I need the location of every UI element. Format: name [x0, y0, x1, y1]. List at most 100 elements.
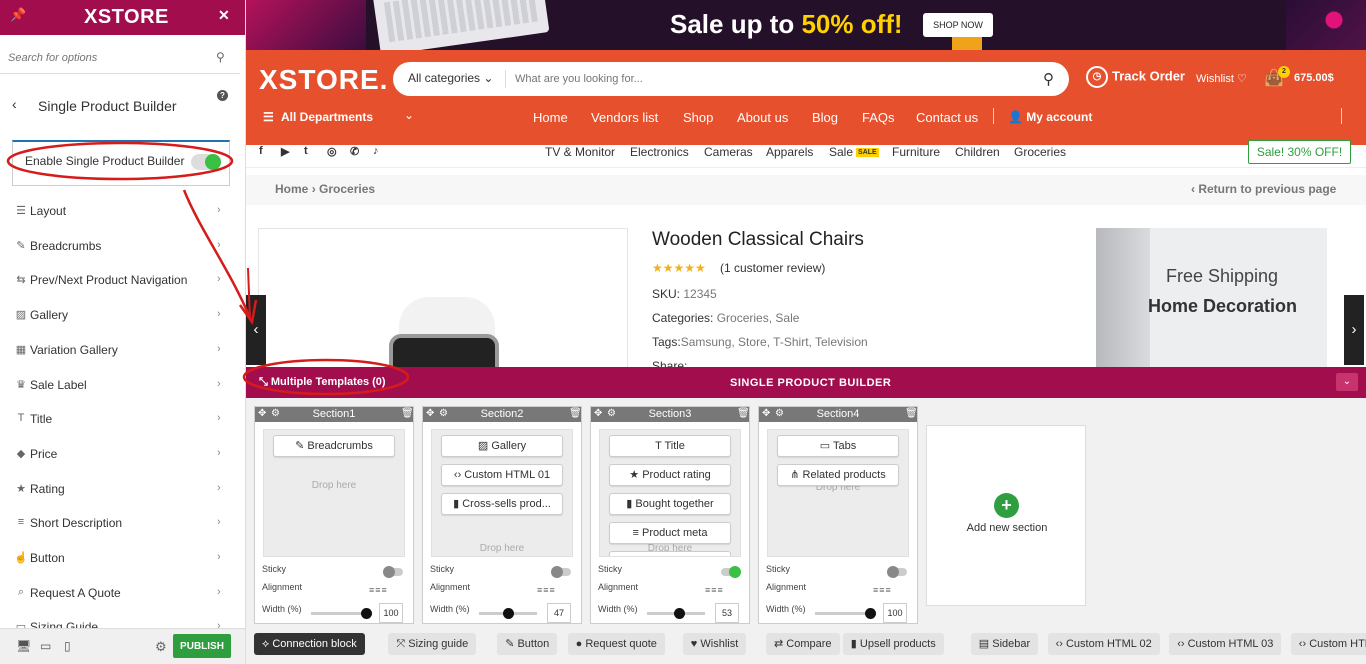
alignment-icons[interactable]: ≡≡≡ — [873, 585, 892, 595]
section-header[interactable]: ✥ ⚙ Section4 🗑 — [759, 407, 918, 422]
builder-block[interactable]: T Title — [609, 435, 731, 457]
wishlist-link[interactable]: Wishlist ♡ — [1196, 72, 1247, 85]
review-count[interactable]: (1 customer review) — [720, 261, 825, 275]
section-header[interactable]: ✥ ⚙ Section2 🗑 — [423, 407, 582, 422]
block-chip[interactable]: ‹› Custom HTM — [1290, 633, 1366, 655]
my-account-link[interactable]: 👤 My account — [1008, 110, 1092, 124]
sticky-toggle[interactable] — [887, 566, 907, 578]
sticky-toggle[interactable] — [551, 566, 571, 578]
category-electronics[interactable]: Electronics — [630, 145, 689, 159]
width-value[interactable]: 100 — [379, 603, 403, 623]
builder-section[interactable]: ✥ ⚙ Section4 🗑 Drop here ▭ Tabs ⋔ Related prod… — [758, 406, 918, 624]
category-sale[interactable]: Sale SALE — [829, 145, 879, 159]
alignment-icons[interactable]: ≡≡≡ — [369, 585, 388, 595]
site-search-input[interactable] — [515, 70, 1015, 88]
nav-blog[interactable]: Blog — [812, 110, 838, 125]
trash-icon[interactable]: 🗑 — [737, 408, 750, 419]
section-header[interactable]: ✥ ⚙ Section3 🗑 — [591, 407, 750, 422]
width-slider[interactable] — [311, 608, 372, 619]
category-tv-monitor[interactable]: TV & Monitor — [545, 145, 615, 159]
block-chip[interactable]: ♥ Wishlist — [682, 633, 747, 655]
builder-block[interactable]: ▨ Gallery — [441, 435, 563, 457]
block-chip[interactable]: ▮ Upsell products — [842, 633, 944, 655]
menu-item-price[interactable]: ◆ Price › — [0, 440, 240, 470]
breadcrumb-home[interactable]: Home — [275, 182, 308, 196]
block-chip[interactable]: ⤧ Sizing guide — [388, 633, 477, 655]
builder-section[interactable]: ✥ ⚙ Section1 🗑 Drop here ✎ Breadcrumbs Sticky A… — [254, 406, 414, 624]
builder-block[interactable]: ✎ Breadcrumbs — [273, 435, 395, 457]
tablet-icon[interactable]: ▭ — [40, 639, 51, 653]
enable-builder-toggle[interactable] — [191, 154, 221, 170]
menu-item-layout[interactable]: ☰ Layout › — [0, 197, 240, 227]
width-slider[interactable] — [647, 608, 705, 619]
publish-button[interactable]: PUBLISH — [173, 634, 231, 658]
return-link[interactable]: ‹ Return to previous page — [1191, 182, 1336, 196]
block-chip[interactable]: ⇄ Compare — [766, 633, 840, 655]
block-chip[interactable]: ▤ Sidebar — [970, 633, 1039, 655]
category-groceries[interactable]: Groceries — [1014, 145, 1066, 159]
builder-block[interactable]: ‹› Custom HTML 01 — [441, 464, 563, 486]
width-slider[interactable] — [815, 608, 876, 619]
help-icon[interactable]: ? — [217, 90, 228, 101]
nav-faqs[interactable]: FAQs — [862, 110, 895, 125]
shop-now-button[interactable]: SHOP NOW — [923, 13, 993, 37]
builder-block[interactable]: ≡ Product meta — [609, 522, 731, 544]
category-furniture[interactable]: Furniture — [892, 145, 940, 159]
builder-block[interactable]: ▭ Tabs — [777, 435, 899, 457]
category-select[interactable]: All categories ⌄ — [408, 71, 493, 85]
menu-item-gallery[interactable]: ▨ Gallery › — [0, 301, 240, 331]
block-chip[interactable]: ‹› Custom HTML 03 — [1169, 633, 1282, 655]
menu-item-rating[interactable]: ★ Rating › — [0, 475, 240, 505]
pin-icon[interactable]: 📌 — [10, 7, 26, 23]
builder-section[interactable]: ✥ ⚙ Section3 🗑 Drop here T Title ★ Product rat… — [590, 406, 750, 624]
cart-total[interactable]: 675.00$ — [1294, 72, 1334, 84]
trash-icon[interactable]: 🗑 — [401, 408, 414, 419]
alignment-icons[interactable]: ≡≡≡ — [705, 585, 724, 595]
trash-icon[interactable]: 🗑 — [569, 408, 582, 419]
menu-item-request-a-quote[interactable]: ⌕ Request A Quote › — [0, 579, 240, 609]
menu-item-button[interactable]: ☝ Button › — [0, 544, 240, 574]
width-value[interactable]: 47 — [547, 603, 571, 623]
track-order-link[interactable]: ◷ Track Order — [1086, 66, 1185, 88]
close-icon[interactable]: ✕ — [218, 7, 230, 24]
menu-item-variation-gallery[interactable]: ▦ Variation Gallery › — [0, 336, 240, 366]
builder-block[interactable]: ▮ Cross-sells prod... — [441, 493, 563, 515]
options-search-input[interactable] — [8, 48, 208, 68]
section-drop-area[interactable]: Drop here ▭ Tabs ⋔ Related products — [767, 429, 909, 557]
builder-section[interactable]: ✥ ⚙ Section2 🗑 Drop here ▨ Gallery ‹› Custom H… — [422, 406, 582, 624]
nav-shop[interactable]: Shop — [683, 110, 713, 125]
menu-item-title[interactable]: T Title › — [0, 405, 240, 435]
category-cameras[interactable]: Cameras — [704, 145, 753, 159]
mobile-icon[interactable]: ▯ — [64, 639, 71, 653]
category-apparels[interactable]: Apparels — [766, 145, 813, 159]
desktop-icon[interactable]: 🖥 — [16, 639, 31, 653]
breadcrumb-current[interactable]: Groceries — [319, 182, 375, 196]
plus-icon[interactable]: + — [994, 493, 1019, 518]
instagram-icon[interactable]: ◎ — [327, 145, 337, 158]
nav-vendors-list[interactable]: Vendors list — [591, 110, 658, 125]
section-drop-area[interactable]: Drop here T Title ★ Product rating ▮ Bought… — [599, 429, 741, 557]
search-icon[interactable]: ⚲ — [216, 50, 225, 64]
nav-contact-us[interactable]: Contact us — [916, 110, 978, 125]
collapse-icon[interactable]: ⌄ — [1336, 373, 1358, 391]
alignment-icons[interactable]: ≡≡≡ — [537, 585, 556, 595]
next-product-arrow[interactable]: › — [1344, 295, 1364, 365]
builder-block[interactable]: ⌁ Sharing — [609, 551, 731, 556]
back-icon[interactable]: ‹ — [12, 96, 17, 112]
block-chip[interactable]: ● Request quote — [567, 633, 665, 655]
block-chip[interactable]: ⟡ Connection block — [254, 633, 365, 655]
sticky-toggle[interactable] — [383, 566, 403, 578]
menu-item-short-description[interactable]: ≡ Short Description › — [0, 509, 240, 539]
twitter-icon[interactable]: t — [304, 145, 308, 157]
section-drop-area[interactable]: Drop here ▨ Gallery ‹› Custom HTML 01 ▮ Cro… — [431, 429, 573, 557]
promo-card[interactable]: Free Shipping Home Decoration — [1096, 228, 1327, 373]
block-chip[interactable]: ‹› Custom HTML 02 — [1047, 633, 1160, 655]
chevron-down-icon[interactable]: ⌄ — [404, 108, 414, 122]
builder-block[interactable]: ⋔ Related products — [777, 464, 899, 486]
width-slider[interactable] — [479, 608, 537, 619]
trash-icon[interactable]: 🗑 — [905, 408, 918, 419]
search-icon[interactable]: ⚲ — [1043, 70, 1054, 88]
gear-icon[interactable]: ⚙ — [155, 639, 167, 655]
category-children[interactable]: Children — [955, 145, 1000, 159]
nav-about-us[interactable]: About us — [737, 110, 788, 125]
